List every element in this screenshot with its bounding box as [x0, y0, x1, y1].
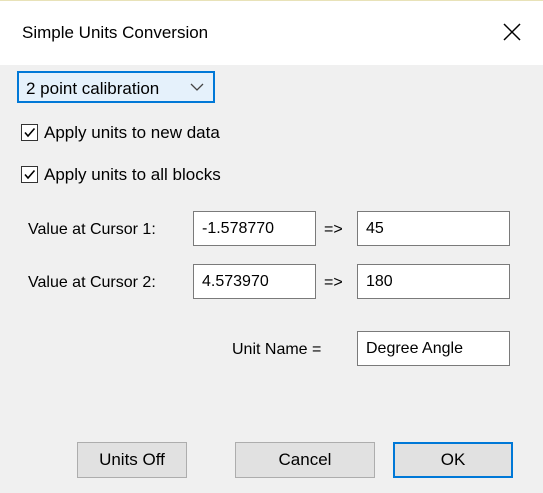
- calibration-mode-select[interactable]: 2 point calibration: [17, 71, 215, 103]
- cursor1-arrow: =>: [324, 221, 343, 238]
- checkmark-icon: [24, 127, 36, 138]
- cancel-button[interactable]: Cancel: [235, 442, 375, 478]
- units-off-button[interactable]: Units Off: [77, 442, 187, 478]
- cursor2-arrow: =>: [324, 274, 343, 291]
- checkbox-box[interactable]: [21, 166, 38, 183]
- checkbox-label: Apply units to all blocks: [44, 165, 221, 184]
- close-button[interactable]: [499, 19, 525, 45]
- cursor2-label: Value at Cursor 2:: [28, 274, 156, 291]
- title-bar: Simple Units Conversion: [0, 1, 543, 65]
- ok-button[interactable]: OK: [393, 442, 513, 478]
- unit-name-input[interactable]: Degree Angle: [357, 331, 510, 366]
- cursor2-target-input[interactable]: 180: [357, 264, 510, 299]
- cursor1-target-input[interactable]: 45: [357, 211, 510, 246]
- checkbox-label: Apply units to new data: [44, 123, 220, 142]
- checkbox-box[interactable]: [21, 124, 38, 141]
- calibration-mode-value: 2 point calibration: [26, 79, 160, 98]
- chevron-down-icon: [190, 83, 204, 91]
- cursor1-value-input[interactable]: -1.578770: [193, 211, 316, 246]
- close-icon: [503, 23, 521, 41]
- cursor1-label: Value at Cursor 1:: [28, 221, 156, 238]
- dialog-title: Simple Units Conversion: [22, 23, 209, 42]
- unit-name-label: Unit Name =: [232, 341, 322, 358]
- units-conversion-dialog: Simple Units Conversion 2 point calibrat…: [0, 0, 543, 493]
- cursor2-value-input[interactable]: 4.573970: [193, 264, 316, 299]
- checkmark-icon: [24, 169, 36, 180]
